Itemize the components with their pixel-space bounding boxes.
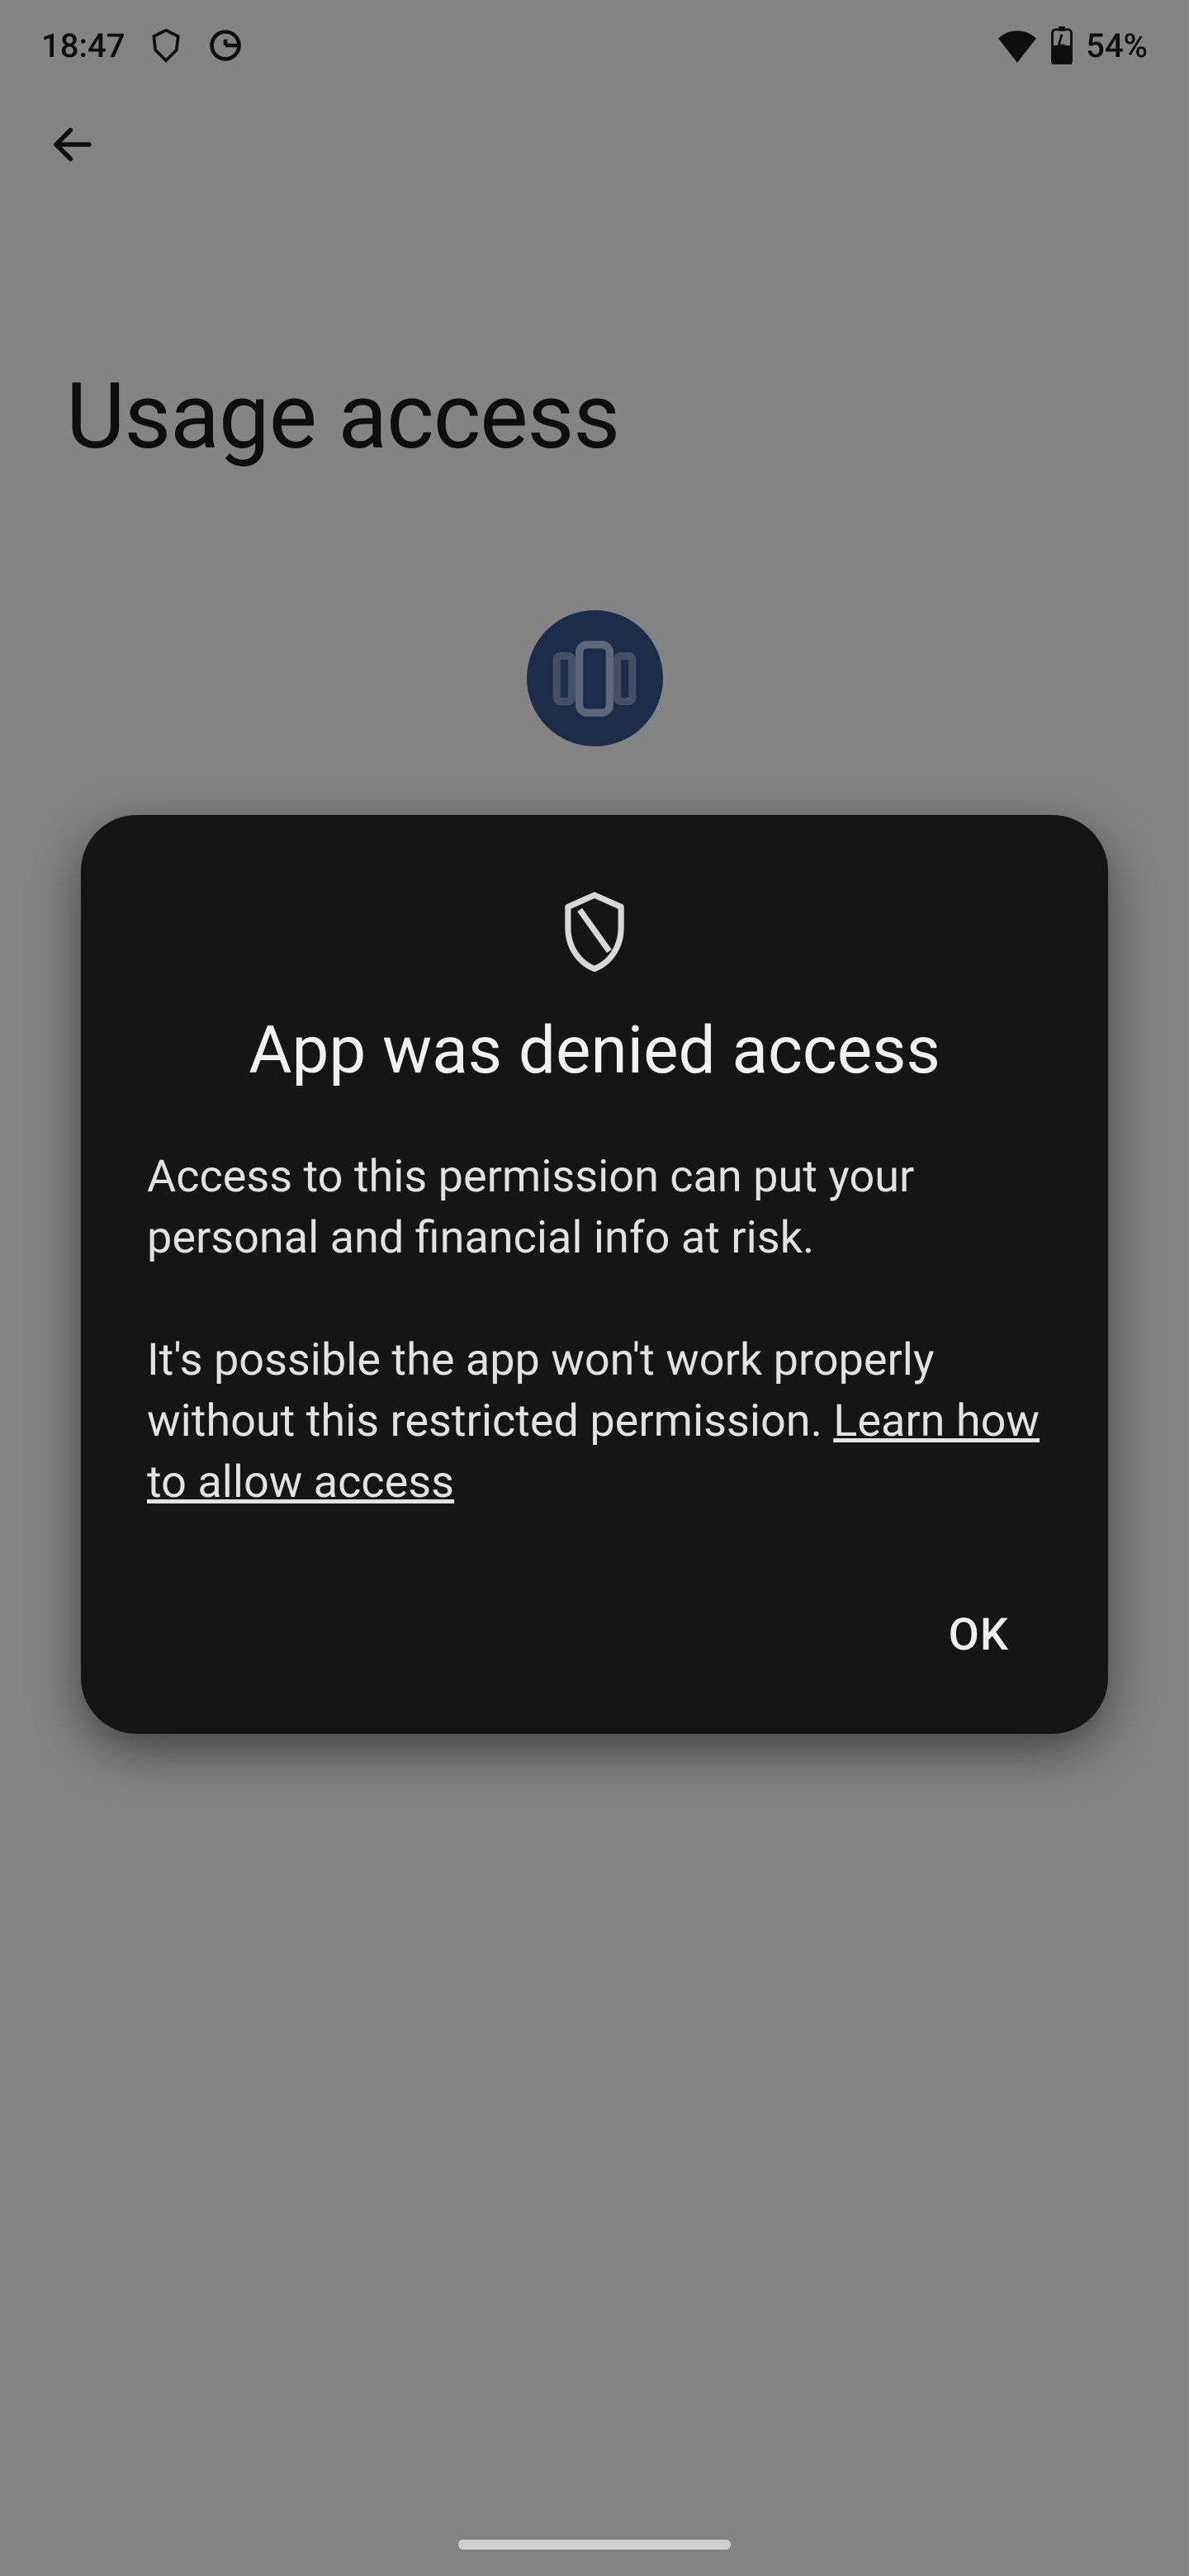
dialog-title: App was denied access [147, 1011, 1042, 1089]
dialog-para-1: Access to this permission can put your p… [147, 1147, 1042, 1269]
denied-access-dialog: App was denied access Access to this per… [81, 815, 1108, 1734]
dialog-body: Access to this permission can put your p… [147, 1147, 1042, 1513]
dialog-actions: OK [147, 1589, 1042, 1681]
ok-button[interactable]: OK [916, 1589, 1042, 1681]
shield-icon [147, 889, 1042, 972]
dialog-para-2: It's possible the app won't work properl… [147, 1330, 1042, 1513]
dialog-para-2-text: It's possible the app won't work properl… [147, 1334, 935, 1447]
home-indicator[interactable] [458, 2540, 731, 2550]
